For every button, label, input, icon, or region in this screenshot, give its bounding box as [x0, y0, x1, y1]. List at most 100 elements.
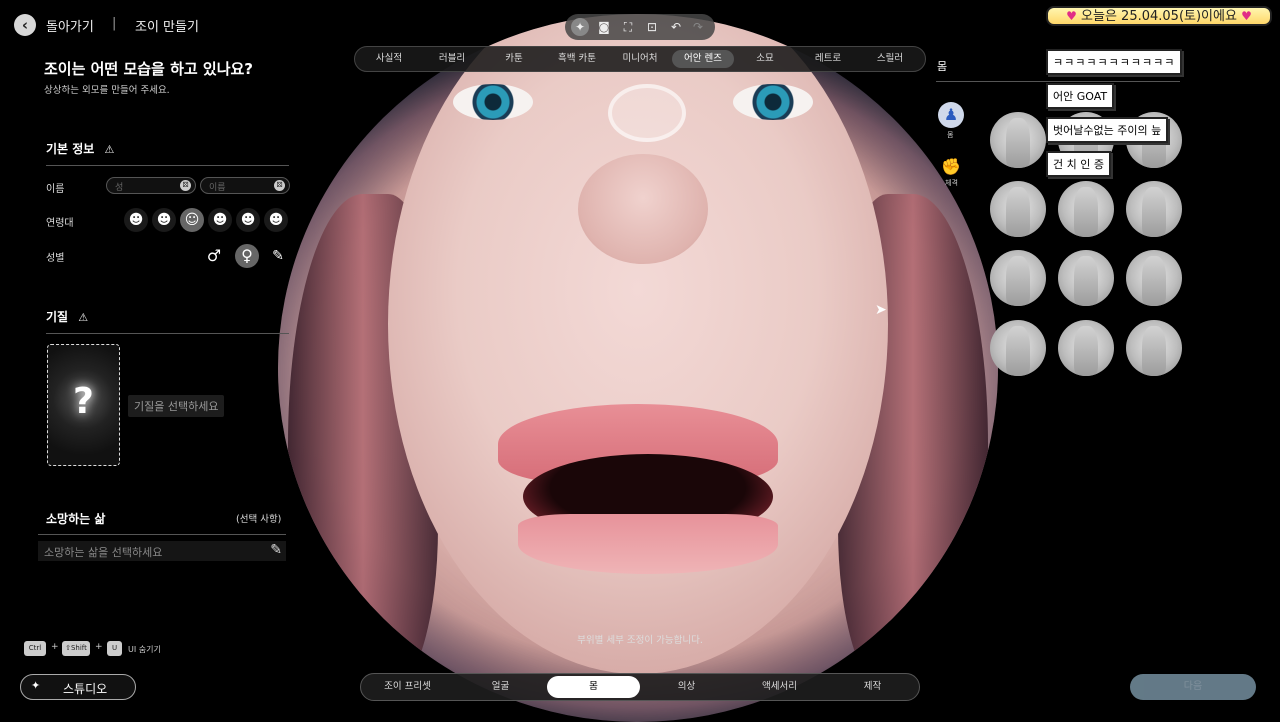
shift-key: ⇧Shift — [62, 641, 90, 656]
view-toolbar: ✦ ◙ ⛶ ⊡ ↶ ↷ — [565, 14, 715, 40]
body-shape-option[interactable] — [1126, 250, 1182, 306]
style-tab-bar: 사실적 러블리 카툰 흑백 카툰 미니어처 어안 렌즈 소묘 레트로 스릴러 — [354, 46, 926, 72]
question-mark-icon: ? — [73, 381, 94, 422]
focus-icon[interactable]: ⊡ — [643, 18, 661, 36]
muscle-icon[interactable]: ✊ — [938, 154, 964, 180]
back-label[interactable]: 돌아가기 — [46, 16, 94, 35]
date-text: 오늘은 25.04.05(토)이에요 — [1081, 9, 1237, 24]
heart-icon: ♥ — [1066, 9, 1077, 23]
body-shape-option[interactable] — [1126, 320, 1182, 376]
first-name-input[interactable]: 이름 ⚄ — [200, 177, 290, 194]
category-label: 체격 — [945, 179, 958, 187]
trait-hint: 기질을 선택하세요 — [128, 395, 225, 417]
ctrl-key: Ctrl — [24, 641, 46, 656]
light-halo — [608, 84, 686, 142]
divider — [936, 81, 1180, 82]
divider — [46, 165, 289, 166]
body-shape-option[interactable] — [990, 320, 1046, 376]
age-middle-icon[interactable]: ☻ — [236, 208, 260, 232]
body-shape-option[interactable] — [990, 181, 1046, 237]
body-shape-option[interactable] — [990, 112, 1046, 168]
plus-sign: + — [51, 642, 59, 652]
detail-hint: 부위별 세부 조정이 가능합니다. — [577, 635, 703, 646]
female-icon[interactable]: ♀ — [235, 244, 259, 268]
studio-label: 스튜디오 — [63, 682, 108, 696]
wish-input[interactable]: 소망하는 삶을 선택하세요 ✎ — [38, 541, 286, 561]
studio-button[interactable]: ✦ 스튜디오 — [20, 674, 136, 700]
age-label: 연령대 — [46, 218, 74, 229]
wish-optional: (선택 사항) — [236, 514, 282, 525]
style-tab[interactable]: 소묘 — [734, 50, 796, 68]
body-shape-option[interactable] — [1058, 250, 1114, 306]
age-child-icon[interactable]: ☻ — [124, 208, 148, 232]
body-shape-option[interactable] — [1058, 181, 1114, 237]
bottom-tab-bar: 조이 프리셋 얼굴 몸 의상 액세서리 제작 — [360, 673, 920, 701]
page-breadcrumb: 조이 만들기 — [135, 20, 199, 35]
hide-ui-label: UI 숨기기 — [128, 645, 161, 654]
camera-icon[interactable]: ◙ — [595, 18, 613, 36]
page-subtitle: 상상하는 외모를 만들어 주세요. — [44, 85, 170, 96]
warning-icon: ⚠ — [104, 143, 115, 156]
name-label: 이름 — [46, 184, 65, 195]
right-eye — [733, 84, 813, 120]
style-tab[interactable]: 스릴러 — [859, 50, 921, 68]
style-tab[interactable]: 사실적 — [358, 50, 420, 68]
character-viewport[interactable] — [278, 14, 998, 722]
last-name-placeholder: 성 — [115, 183, 124, 193]
body-shape-option[interactable] — [1126, 181, 1182, 237]
age-student-icon[interactable]: ☻ — [152, 208, 176, 232]
page-title: 조이는 어떤 모습을 하고 있나요? — [44, 60, 253, 78]
last-name-input[interactable]: 성 ⚄ — [106, 177, 196, 194]
right-panel-title: 몸 — [937, 60, 948, 73]
mouse-cursor-icon: ➤ — [875, 302, 887, 318]
style-tab[interactable]: 미니어처 — [609, 50, 671, 68]
redo-icon[interactable]: ↷ — [689, 18, 707, 36]
bottom-tab[interactable]: 의상 — [640, 676, 733, 698]
chat-comment: 벗어날수없는 주이의 늪 — [1046, 117, 1169, 143]
u-key: U — [107, 641, 122, 656]
male-icon[interactable]: ♂ — [202, 244, 226, 268]
style-tab[interactable]: 카툰 — [483, 50, 545, 68]
heart-icon: ♥ — [1241, 9, 1252, 23]
date-banner: ♥ 오늘은 25.04.05(토)이에요 ♥ — [1046, 6, 1272, 26]
age-adult-icon[interactable]: ☻ — [208, 208, 232, 232]
basic-info-section: 기본 정보 ⚠ — [46, 140, 114, 157]
left-eye — [453, 84, 533, 120]
body-shape-option[interactable] — [1058, 320, 1114, 376]
edit-icon[interactable]: ✎ — [270, 542, 282, 558]
divider — [46, 333, 289, 334]
undo-icon[interactable]: ↶ — [667, 18, 685, 36]
chat-comment: 건 치 인 증 — [1046, 151, 1111, 177]
style-tab[interactable]: 흑백 카툰 — [546, 50, 608, 68]
style-tab-selected[interactable]: 어안 렌즈 — [672, 50, 734, 68]
bottom-tab[interactable]: 조이 프리셋 — [361, 676, 454, 698]
first-name-placeholder: 이름 — [209, 183, 226, 193]
bottom-tab[interactable]: 얼굴 — [454, 676, 547, 698]
wish-title: 소망하는 삶 — [46, 512, 106, 526]
style-tab[interactable]: 러블리 — [421, 50, 483, 68]
warning-icon: ⚠ — [78, 311, 89, 324]
body-shape-option[interactable] — [990, 250, 1046, 306]
bottom-tab[interactable]: 제작 — [826, 676, 919, 698]
wish-placeholder: 소망하는 삶을 선택하세요 — [44, 546, 163, 559]
trait-card[interactable]: ? — [47, 344, 120, 466]
trait-title: 기질 — [46, 310, 69, 324]
trait-section: 기질 ⚠ — [46, 308, 88, 325]
nose — [578, 154, 708, 264]
magic-wand-icon: ✦ — [31, 679, 41, 692]
age-young-adult-icon[interactable]: ☺ — [180, 208, 204, 232]
edit-icon[interactable]: ✎ — [266, 244, 290, 268]
random-dice-icon[interactable]: ⚄ — [274, 180, 285, 191]
back-button[interactable]: ‹ — [14, 14, 36, 36]
random-dice-icon[interactable]: ⚄ — [180, 180, 191, 191]
style-tab[interactable]: 레트로 — [797, 50, 859, 68]
body-icon[interactable]: ♟ — [938, 102, 964, 128]
bottom-tab[interactable]: 액세서리 — [733, 676, 826, 698]
sparkle-icon[interactable]: ✦ — [571, 18, 589, 36]
next-button[interactable]: 다음 — [1130, 674, 1256, 700]
lower-lip — [518, 514, 778, 574]
plus-sign: + — [95, 642, 103, 652]
crop-icon[interactable]: ⛶ — [619, 18, 637, 36]
age-senior-icon[interactable]: ☻ — [264, 208, 288, 232]
bottom-tab-selected[interactable]: 몸 — [547, 676, 640, 698]
